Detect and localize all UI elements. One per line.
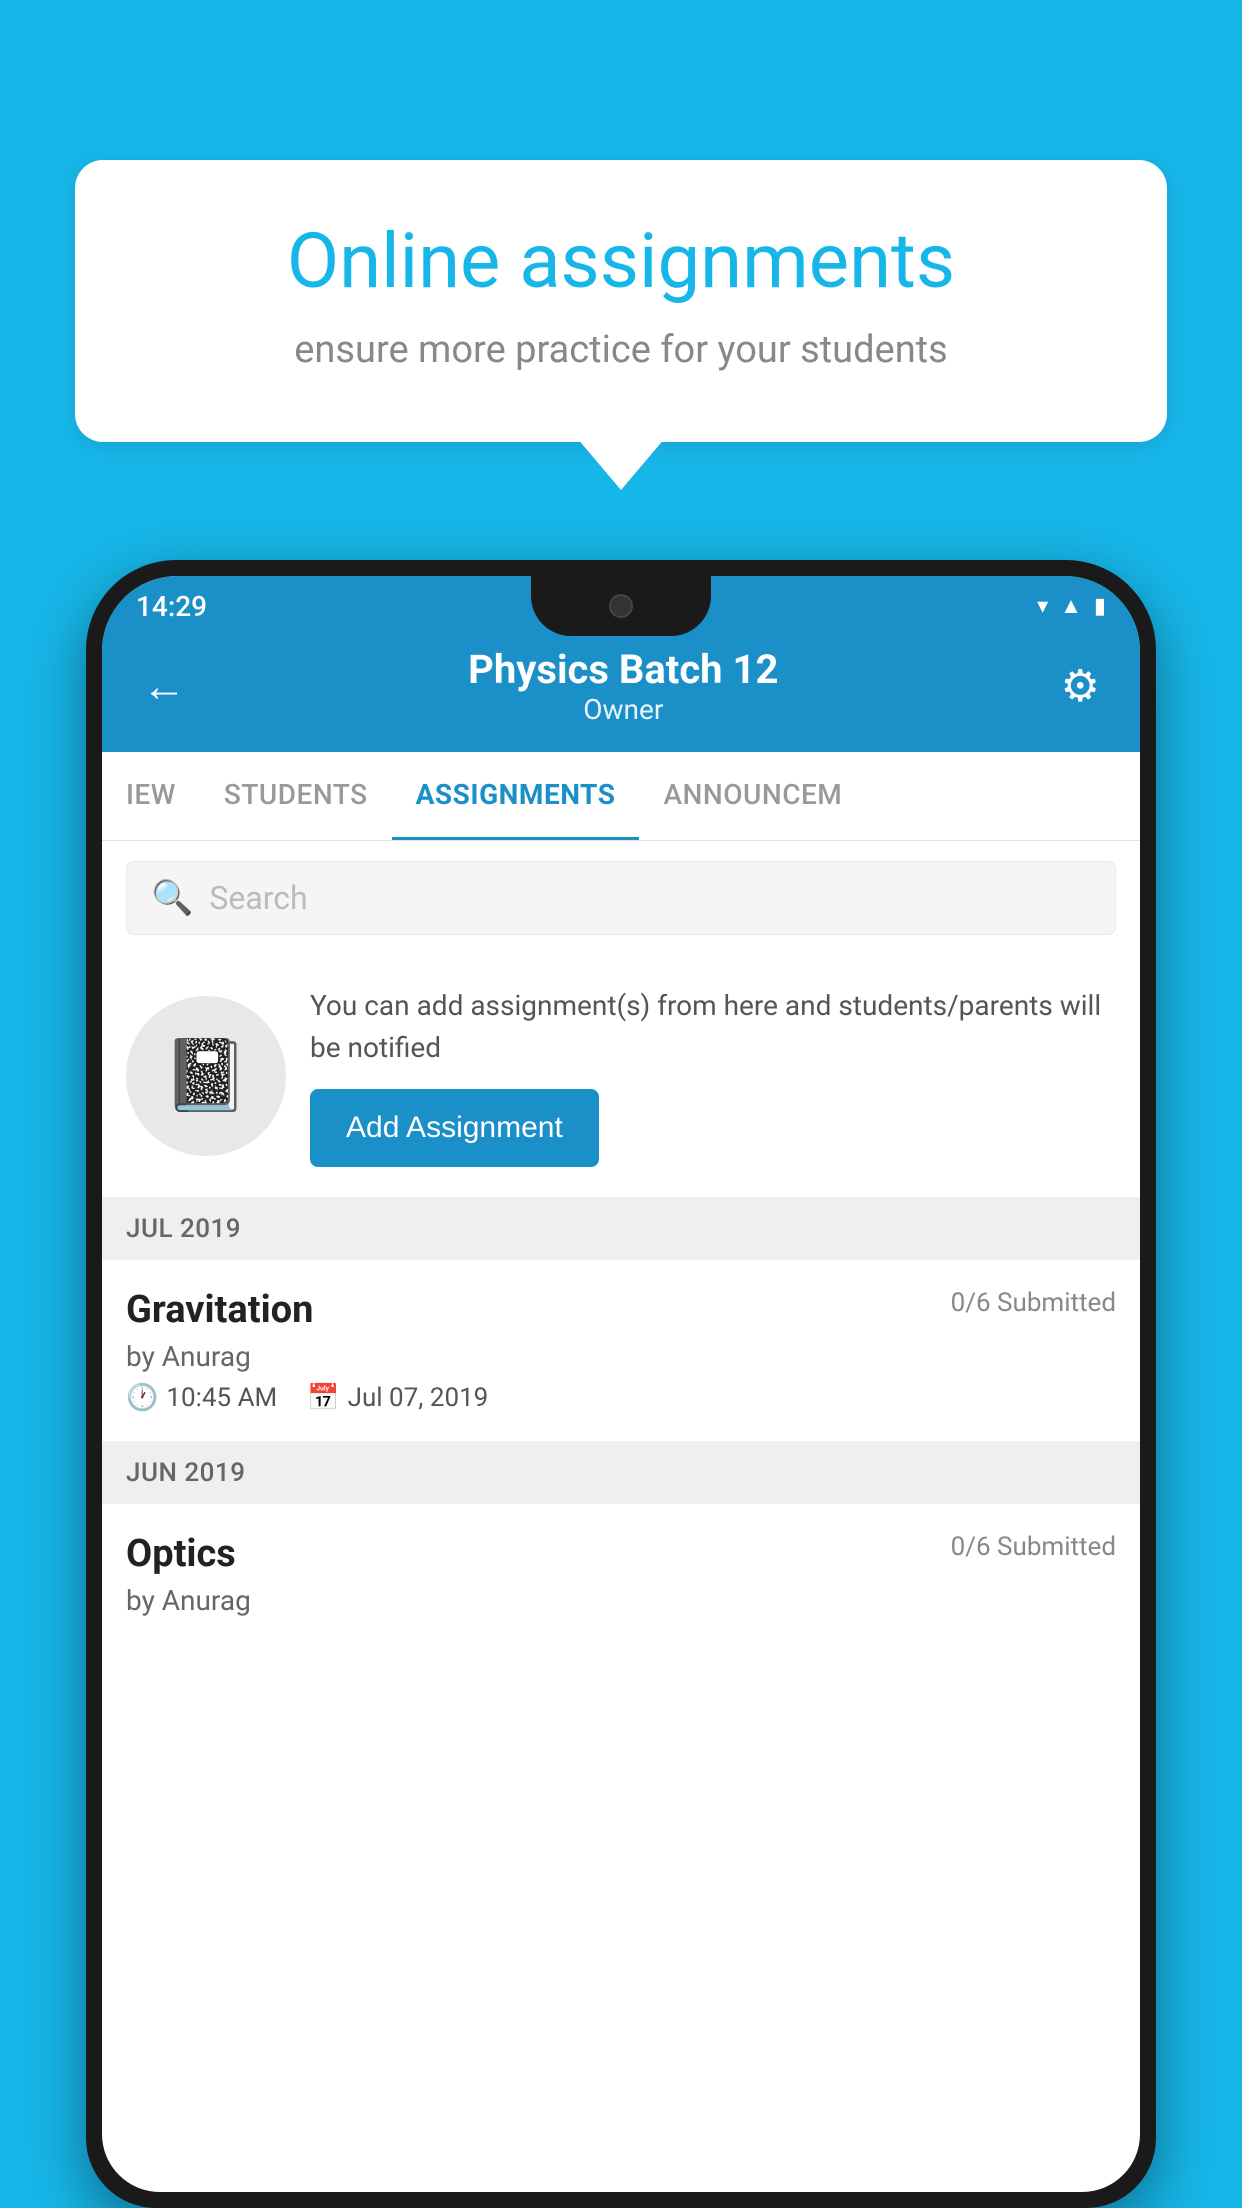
status-time: 14:29 bbox=[136, 590, 207, 623]
bubble-title: Online assignments bbox=[145, 220, 1097, 304]
assignment-submitted-gravitation: 0/6 Submitted bbox=[951, 1288, 1116, 1318]
status-icons: ▾ ▲ ▮ bbox=[1037, 593, 1106, 619]
assignment-by-optics: by Anurag bbox=[126, 1584, 1116, 1617]
section-jun-2019: JUN 2019 bbox=[102, 1442, 1140, 1504]
speech-bubble: Online assignments ensure more practice … bbox=[75, 160, 1167, 442]
notebook-icon: 📓 bbox=[162, 1035, 249, 1117]
assignment-name-gravitation: Gravitation bbox=[126, 1288, 313, 1332]
search-icon: 🔍 bbox=[151, 878, 193, 918]
promo-right: You can add assignment(s) from here and … bbox=[310, 985, 1116, 1167]
promo-card: Online assignments ensure more practice … bbox=[75, 160, 1167, 442]
tab-announcements[interactable]: ANNOUNCEM bbox=[639, 752, 866, 840]
tab-students[interactable]: STUDENTS bbox=[200, 752, 392, 840]
header-center: Physics Batch 12 Owner bbox=[186, 646, 1061, 726]
assignment-meta-gravitation: 🕐 10:45 AM 📅 Jul 07, 2019 bbox=[126, 1383, 1116, 1413]
assignment-top-row: Gravitation 0/6 Submitted bbox=[126, 1288, 1116, 1332]
header-title: Physics Batch 12 bbox=[186, 646, 1061, 693]
clock-icon: 🕐 bbox=[126, 1383, 158, 1413]
phone-screen: ← Physics Batch 12 Owner ⚙ IEW STUDENTS … bbox=[102, 576, 1140, 2192]
bubble-subtitle: ensure more practice for your students bbox=[145, 328, 1097, 372]
back-button[interactable]: ← bbox=[142, 660, 186, 712]
assignment-submitted-optics: 0/6 Submitted bbox=[951, 1532, 1116, 1562]
assignment-top-row-optics: Optics 0/6 Submitted bbox=[126, 1532, 1116, 1576]
search-bar[interactable]: 🔍 Search bbox=[126, 861, 1116, 935]
promo-description: You can add assignment(s) from here and … bbox=[310, 985, 1116, 1069]
assignment-date: 📅 Jul 07, 2019 bbox=[307, 1383, 488, 1413]
settings-icon[interactable]: ⚙ bbox=[1061, 660, 1100, 712]
camera-icon bbox=[609, 594, 633, 618]
assignment-item-gravitation[interactable]: Gravitation 0/6 Submitted by Anurag 🕐 10… bbox=[102, 1260, 1140, 1442]
phone-mockup: 14:29 ▾ ▲ ▮ ← Physics Batch 12 Owner ⚙ I… bbox=[86, 560, 1156, 2208]
assignment-by-gravitation: by Anurag bbox=[126, 1340, 1116, 1373]
assignment-name-optics: Optics bbox=[126, 1532, 236, 1576]
battery-icon: ▮ bbox=[1094, 594, 1106, 619]
tab-bar: IEW STUDENTS ASSIGNMENTS ANNOUNCEM bbox=[102, 752, 1140, 841]
assignment-time: 🕐 10:45 AM bbox=[126, 1383, 277, 1413]
assignment-time-value: 10:45 AM bbox=[166, 1383, 277, 1413]
notch bbox=[531, 576, 711, 636]
tab-iew[interactable]: IEW bbox=[102, 752, 200, 840]
wifi-icon: ▾ bbox=[1037, 594, 1048, 619]
assignment-item-optics[interactable]: Optics 0/6 Submitted by Anurag bbox=[102, 1504, 1140, 1655]
search-container: 🔍 Search bbox=[102, 841, 1140, 955]
tab-assignments[interactable]: ASSIGNMENTS bbox=[392, 752, 640, 840]
calendar-icon: 📅 bbox=[307, 1383, 339, 1413]
promo-icon-circle: 📓 bbox=[126, 996, 286, 1156]
section-jul-2019: JUL 2019 bbox=[102, 1198, 1140, 1260]
status-bar: 14:29 ▾ ▲ ▮ bbox=[86, 576, 1156, 636]
promo-section: 📓 You can add assignment(s) from here an… bbox=[102, 955, 1140, 1198]
search-placeholder: Search bbox=[209, 879, 307, 917]
signal-icon: ▲ bbox=[1060, 593, 1082, 619]
add-assignment-button[interactable]: Add Assignment bbox=[310, 1089, 599, 1167]
assignment-date-value: Jul 07, 2019 bbox=[348, 1383, 489, 1413]
header-subtitle: Owner bbox=[186, 693, 1061, 726]
